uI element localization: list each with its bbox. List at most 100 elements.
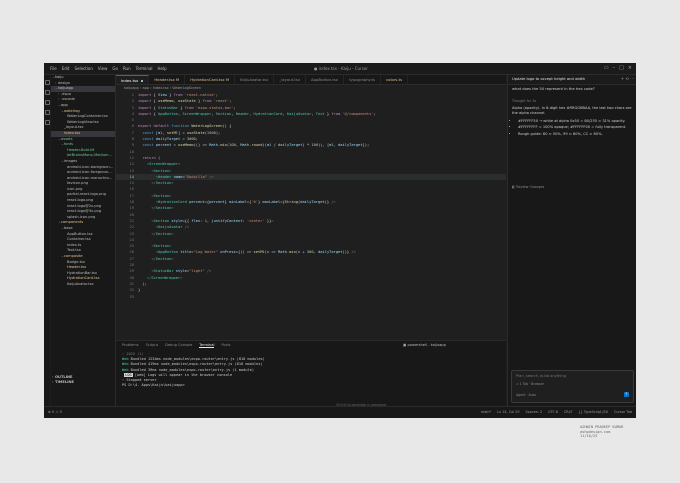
file-tree-label: icon.png [67,186,83,191]
file-tree-label: JetBrainsMono-Medium... [67,153,112,158]
tab-problems[interactable]: Problems [122,343,139,348]
status-item[interactable]: Ln 14, Col 29 [497,410,519,414]
assistant-answer: Alpha (opacity). In 8-digit hex #RRGGBBA… [512,106,632,138]
sidebar-section-timeline[interactable]: › TIMELINE [51,380,115,386]
status-bar: ⊗ 0 ⚠ 0 main* Ln 14, Col 29 Spaces: 2 UTF-8… [44,406,636,418]
run-debug-icon[interactable] [44,110,50,115]
status-item[interactable]: UTF-8 [548,410,558,414]
file-tree-label: Container.tsx [67,237,91,242]
line-number: 33 [129,294,134,299]
file-tree-label: app [61,102,68,107]
menu-item-terminal[interactable]: Terminal [136,66,153,71]
answer-bullets: #FFFFFF50 → white at alpha 0x50 = 80/255… [512,119,632,137]
model-selector[interactable]: Agent · Auto [516,393,536,397]
chat-header: Update logo to accept height and width +… [508,75,636,85]
file-tree-label: Badge.tsx [67,259,85,264]
menu-item-selection[interactable]: Selection [74,66,92,71]
code-view[interactable]: 1 import { View } from 'react-native'; 2 im… [116,92,506,337]
editor-tab[interactable]: typography.ts [344,75,382,84]
editor-tab[interactable]: Header.tsx M [149,75,186,84]
more-icon[interactable]: ⋯ [630,76,634,81]
tab-terminal[interactable]: Terminal [199,343,215,348]
tab-debug-console[interactable]: Debug Console [165,343,192,348]
app-window: File Edit Selection View Go Run Terminal Help ●… [44,63,636,418]
search-icon[interactable] [44,90,50,95]
sidebar-section-label: OUTLINE [55,374,73,379]
status-item[interactable]: {} TypeScript JSX [578,410,608,414]
file-tree-label: react-logo@2x.png [67,203,102,208]
file-tree-label: android-icon-monochro... [67,175,113,180]
editor-tab[interactable]: index.tsx [116,75,150,84]
terminal-output[interactable]: › 2025 (1) Web Bundled 1234ms node_module… [122,352,265,388]
file-tree-label: .expo [61,91,71,96]
file-tree-label: kaiju [55,75,64,79]
unsaved-dot-icon [141,80,144,82]
file-tree-label: kaijuapp [58,86,74,91]
send-icon[interactable]: ↑ [624,392,629,397]
editor-tab[interactable]: AppButton.tsx [306,75,345,84]
extensions-icon[interactable] [44,120,50,125]
menu-item-view[interactable]: View [98,66,108,71]
file-tree-label: assets [61,136,73,141]
terminal-line: PS D:\4. Apps\Kaiju\kaijuapp> [122,383,185,388]
file-tree-label: components [61,220,84,225]
answer-bullet: #FFFFFFFF = 100% opaque; #FFFFFF00 = ful… [518,125,632,130]
status-item[interactable]: Spaces: 2 [526,410,542,414]
sidebar-section-label: TIMELINE [55,380,74,385]
source-control-icon[interactable] [44,100,50,105]
file-tree-item[interactable]: KaijuAvatar.tsx [51,282,115,288]
file-tree-label: .vscode [61,97,75,102]
review-changes-button[interactable]: ◧ Review Changes [512,185,544,189]
menu-item-run[interactable]: Run [123,66,131,71]
chat-title[interactable]: Update logo to accept height and width [512,77,585,81]
file-tree-label: AppButton.tsx [67,231,93,236]
title-bar: File Edit Selection View Go Run Terminal Help ●… [44,63,636,75]
layout-icon[interactable]: ▭ [604,65,609,71]
editor-tab[interactable]: HydrationCard.tsx M [185,75,236,84]
thought-indicator[interactable]: Thought for 3s [512,99,536,103]
terminal-selector[interactable]: ▣ powershell - kaijuapp [403,343,446,347]
explorer-icon[interactable] [44,80,50,85]
signature: ASHWIN PRADEEP KUMAR ashpdesign.com 11/1… [580,425,623,439]
menu-item-go[interactable]: Go [112,66,118,71]
close-icon[interactable]: × [628,65,632,71]
minimize-icon[interactable]: – [613,65,616,71]
file-tree-label: react-logo.png [67,198,94,203]
menu-item-edit[interactable]: Edit [62,66,70,71]
review-label: Review Changes [516,185,545,189]
editor-tab[interactable]: KaijuAvatar.tsx [235,75,275,84]
new-chat-icon[interactable]: + [621,76,624,81]
tab-label: _layout.tsx [279,77,301,82]
maximize-icon[interactable]: □ [619,65,624,71]
status-item[interactable]: Cursor Tab [614,410,632,414]
file-tree-label: _layout.tsx [64,125,84,130]
tab-label: index.tsx [121,78,139,83]
chat-context[interactable]: ∞ 1 Tab · Browser [516,382,544,386]
answer-intro: Alpha (opacity). In 8-digit hex #RRGGBBA… [512,106,632,116]
tab-label: AppButton.tsx [311,77,339,82]
problems-status[interactable]: ⊗ 0 ⚠ 0 [48,410,62,414]
window-controls: ▭ – □ × [604,65,632,71]
code-line: 33 [116,294,506,300]
tab-ports[interactable]: Ports [221,343,230,348]
menu-item-help[interactable]: Help [158,66,167,71]
editor-tab[interactable]: colors.ts [381,75,409,84]
chat-input-placeholder: Plan, search, build anything [516,374,566,378]
file-tree-label: design [58,80,70,85]
status-right: main* Ln 14, Col 29 Spaces: 2 UTF-8 CRLF {} T… [481,410,632,414]
file-tree-label: android-icon-backgroun... [67,164,114,169]
menu-item-file[interactable]: File [50,66,57,71]
activity-bar [44,75,50,406]
breadcrumb[interactable]: kaijuapp › app › index.tsx › WaterLogScr… [124,86,201,90]
status-item[interactable]: main* [481,410,491,414]
window-title: ● index.tsx - Kaiju - Cursor [314,66,368,71]
tab-output[interactable]: Output [146,343,158,348]
history-icon[interactable]: ⟲ [625,76,628,81]
status-item[interactable]: CRLF [564,410,573,414]
editor-tab[interactable]: _layout.tsx [274,75,307,84]
file-tree-label: index.tsx [64,130,81,135]
editor-area: index.tsx Header.tsx M HydrationCard.tsx M… [116,75,506,340]
file-tree-label: index.ts [67,242,82,247]
chat-input[interactable]: Plan, search, build anything ∞ 1 Tab · B… [511,370,634,403]
terminal-line: Web Bundled 419ms node_modules\expo-rout… [122,362,263,367]
